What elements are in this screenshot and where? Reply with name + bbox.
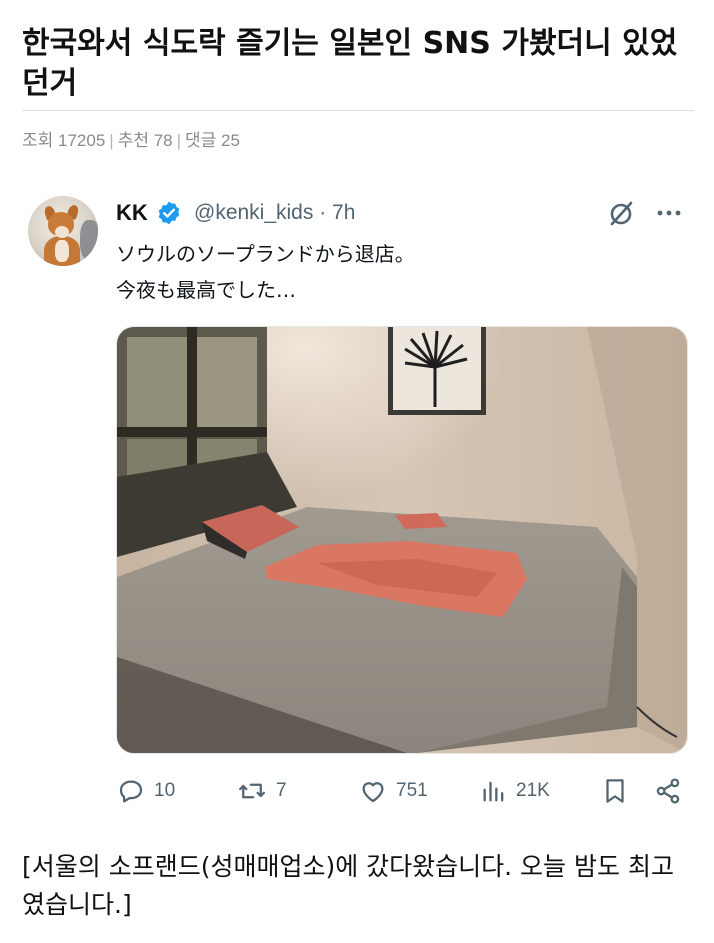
avatar[interactable]	[28, 196, 98, 266]
recommend-count: 추천 78	[117, 131, 173, 150]
like-count: 751	[396, 780, 428, 801]
post-caption: [서울의 소프랜드(성매매업소)에 갔다왔습니다. 오늘 밤도 최고였습니다.]	[22, 852, 674, 919]
post-title: 한국와서 식도락 즐기는 일본인 SNS 가봤더니 있었던거	[22, 26, 678, 101]
tweet-handle[interactable]: @kenki_kids · 7h	[194, 201, 355, 225]
bookmark-icon	[606, 779, 624, 803]
tweet-line: ソウルのソープランドから退店。	[116, 242, 415, 266]
comment-count[interactable]: 댓글 25	[185, 131, 240, 150]
view-count: 조회 17205	[22, 131, 106, 150]
retweet-count: 7	[276, 780, 287, 801]
retweet-button[interactable]: 7	[236, 776, 287, 806]
more-icon[interactable]	[654, 200, 684, 226]
reply-icon	[119, 780, 143, 803]
grok-icon[interactable]	[606, 199, 636, 229]
reply-button[interactable]: 10	[116, 776, 175, 806]
views-icon	[483, 781, 504, 802]
tweet-photo[interactable]	[116, 326, 688, 754]
bookmark-button[interactable]	[600, 776, 638, 806]
tweet-text: ソウルのソープランドから退店。 今夜も最高でした…	[116, 236, 415, 308]
tweet-line: 今夜も最高でした…	[116, 278, 296, 302]
verified-badge-icon	[158, 201, 180, 225]
share-icon	[656, 778, 680, 804]
views-count: 21K	[516, 780, 550, 801]
retweet-icon	[239, 783, 265, 799]
reply-count: 10	[154, 780, 176, 801]
views-button[interactable]: 21K	[480, 776, 550, 806]
post-meta: 조회 17205 | 추천 78 | 댓글 25	[22, 131, 240, 150]
like-button[interactable]: 751	[358, 776, 428, 806]
bedroom-photo-image	[117, 327, 687, 753]
like-icon	[362, 782, 384, 803]
divider	[22, 110, 694, 111]
share-button[interactable]	[652, 776, 692, 806]
tweet-author-name[interactable]: KK	[116, 200, 148, 226]
